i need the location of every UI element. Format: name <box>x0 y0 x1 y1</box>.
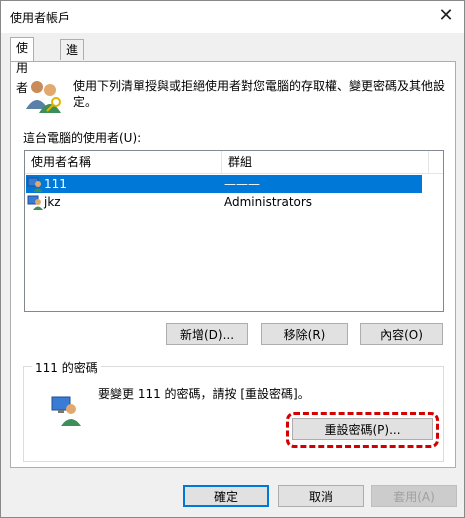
users-list[interactable]: 使用者名稱 群組 111 ——— jkz Administrators <box>24 150 444 312</box>
tab-advanced[interactable]: 進階 <box>60 39 85 77</box>
properties-button[interactable]: 內容(O) <box>360 323 443 345</box>
user-accounts-dialog: 使用者帳戶 ✕ 使用者 進階 使用下列清單授與或拒絕使用者對您電腦的存取權、變更… <box>0 0 465 518</box>
password-groupbox: 111 的密碼 要變更 111 的密碼，請按 [重設密碼]。 重設密碼(P)..… <box>23 359 444 462</box>
tab-users[interactable]: 使用者 <box>10 37 35 95</box>
close-icon[interactable]: ✕ <box>428 1 464 33</box>
users-tab-panel: 使用下列清單授與或拒絕使用者對您電腦的存取權、變更密碼及其他設定。 這台電腦的使… <box>10 61 456 468</box>
column-header-username[interactable]: 使用者名稱 <box>25 151 222 173</box>
reset-password-button[interactable]: 重設密碼(P)... <box>292 418 433 440</box>
group-cell: ——— <box>224 177 260 191</box>
password-instruction: 要變更 111 的密碼，請按 [重設密碼]。 <box>98 387 310 401</box>
table-row[interactable]: jkz Administrators <box>26 193 422 211</box>
password-user-icon <box>51 396 81 426</box>
table-row[interactable]: 111 ——— <box>26 175 422 193</box>
user-icon <box>27 177 43 192</box>
column-header-group[interactable]: 群組 <box>222 151 429 173</box>
user-icon <box>27 195 43 210</box>
users-list-label: 這台電腦的使用者(U): <box>23 131 142 145</box>
ok-button[interactable]: 確定 <box>183 485 269 507</box>
group-cell: Administrators <box>224 195 313 209</box>
apply-button[interactable]: 套用(A) <box>371 485 457 507</box>
users-icon <box>26 81 61 113</box>
password-group-title: 111 的密碼 <box>32 359 101 376</box>
remove-user-button[interactable]: 移除(R) <box>261 323 348 345</box>
cancel-button[interactable]: 取消 <box>278 485 364 507</box>
title-bar: 使用者帳戶 ✕ <box>1 1 464 33</box>
list-header: 使用者名稱 群組 <box>25 151 443 174</box>
window-title: 使用者帳戶 <box>10 11 71 25</box>
username-cell: jkz <box>44 195 61 209</box>
add-user-button[interactable]: 新增(D)... <box>166 323 248 345</box>
username-cell: 111 <box>44 177 67 191</box>
description-text: 使用下列清單授與或拒絕使用者對您電腦的存取權、變更密碼及其他設定。 <box>73 79 446 109</box>
